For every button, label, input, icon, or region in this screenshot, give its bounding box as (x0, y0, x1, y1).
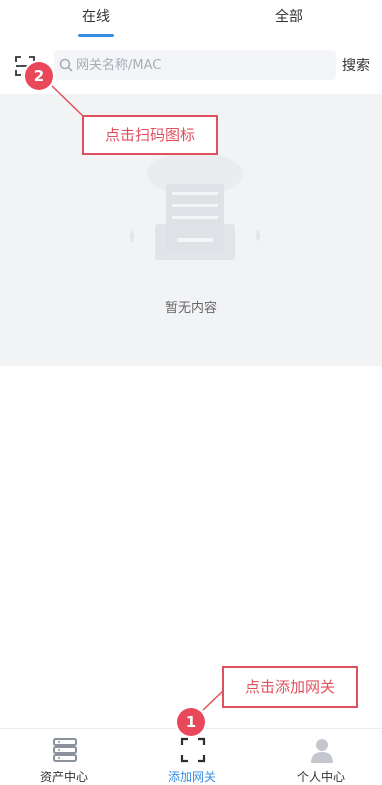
nav-label-assets: 资产中心 (39, 770, 88, 784)
person-icon (309, 737, 335, 763)
nav-label-profile: 个人中心 (296, 770, 345, 784)
step-badge-1: 1 (177, 708, 205, 736)
nav-add-gateway[interactable]: 添加网关 (142, 729, 242, 785)
step-badge-2: 2 (25, 62, 53, 90)
search-bar: 搜索 (0, 44, 382, 88)
nav-personal-center[interactable]: 个人中心 (271, 729, 371, 785)
tab-all[interactable]: 全部 (249, 0, 329, 40)
empty-message: 暂无内容 (164, 301, 217, 316)
search-button[interactable]: 搜索 (342, 55, 370, 75)
add-gateway-callout: 点击添加网关 (222, 666, 358, 708)
bottom-navigation: 资产中心 添加网关 个人中心 (0, 728, 382, 785)
search-icon (59, 57, 73, 72)
search-box (54, 50, 336, 80)
nav-label-add: 添加网关 (167, 770, 216, 784)
status-tabs: 在线 全部 (0, 0, 382, 40)
nav-assets-center[interactable]: 资产中心 (14, 729, 114, 785)
scan-callout: 点击扫码图标 (82, 115, 218, 155)
server-icon (52, 737, 78, 763)
empty-document-icon (120, 144, 270, 274)
tab-active-indicator (78, 34, 114, 37)
search-input[interactable] (76, 50, 326, 80)
scan-frame-icon (180, 737, 206, 763)
